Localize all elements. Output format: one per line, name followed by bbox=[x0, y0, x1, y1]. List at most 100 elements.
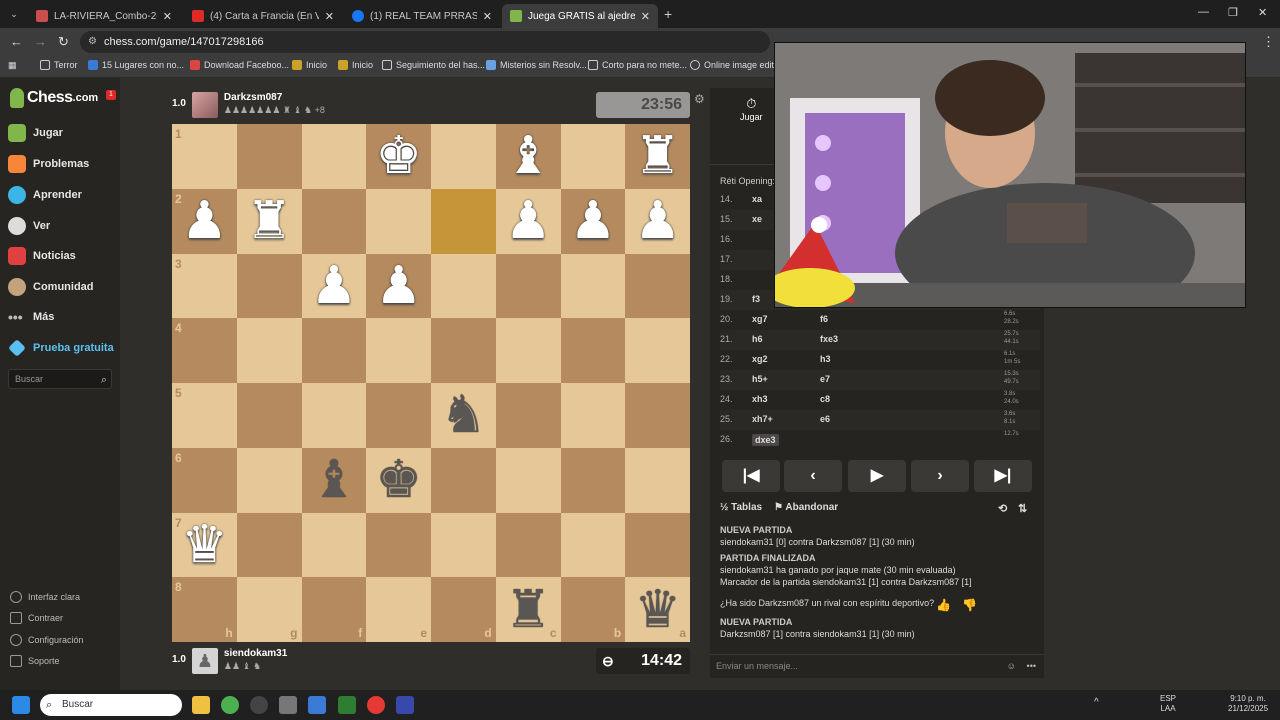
black-queen-icon[interactable]: ♛ bbox=[634, 584, 681, 636]
board-square[interactable]: c ♜ bbox=[495, 577, 561, 642]
board-square[interactable]: b bbox=[560, 577, 626, 642]
board-square[interactable]: ♞ bbox=[431, 383, 496, 448]
board-square[interactable] bbox=[495, 447, 561, 513]
board-square[interactable]: 4 bbox=[172, 318, 237, 383]
board-square[interactable] bbox=[625, 512, 690, 578]
browser-tab-active[interactable]: Juega GRATIS al ajedrez online ✕ bbox=[502, 4, 658, 28]
more-options-icon[interactable]: ••• bbox=[1027, 655, 1036, 677]
chrome-icon[interactable] bbox=[221, 696, 239, 714]
board-square[interactable]: ♟ bbox=[366, 253, 431, 319]
player-name[interactable]: Darkzsm087 bbox=[224, 92, 325, 103]
sidebar-item-noticias[interactable]: Noticias bbox=[8, 247, 76, 265]
white-move[interactable]: xe bbox=[752, 214, 762, 224]
support-link[interactable]: Soporte bbox=[10, 655, 60, 667]
maximize-icon[interactable]: ❐ bbox=[1228, 6, 1238, 19]
board-square[interactable] bbox=[560, 383, 626, 448]
black-move[interactable]: fxe3 bbox=[820, 334, 838, 344]
play-moves-button[interactable]: ▶ bbox=[848, 460, 906, 492]
board-square[interactable] bbox=[431, 253, 496, 319]
next-move-button[interactable]: › bbox=[911, 460, 969, 492]
browser-tab[interactable]: (4) Carta a Francia (En Vivo) - Yo ✕ bbox=[184, 4, 342, 28]
board-square[interactable]: 1 bbox=[172, 124, 237, 189]
thumbs-down-icon[interactable]: 👎 bbox=[962, 598, 977, 612]
board-square[interactable] bbox=[495, 318, 561, 383]
resign-button[interactable]: ⚑ Abandonar bbox=[774, 502, 838, 513]
black-rook-icon[interactable]: ♜ bbox=[505, 584, 552, 636]
white-move[interactable]: h5+ bbox=[752, 374, 768, 384]
board-square[interactable]: 5 bbox=[172, 383, 237, 448]
app-icon[interactable] bbox=[338, 696, 356, 714]
search-icon[interactable]: ⌕ bbox=[101, 371, 107, 389]
board-square[interactable]: e bbox=[366, 577, 431, 642]
board-square[interactable] bbox=[560, 124, 626, 189]
close-icon[interactable]: ✕ bbox=[163, 10, 172, 23]
black-knight-icon[interactable]: ♞ bbox=[440, 389, 487, 441]
bookmark-item[interactable]: Terror bbox=[40, 60, 78, 70]
close-icon[interactable]: ✕ bbox=[325, 10, 334, 23]
avatar[interactable]: ♟ bbox=[191, 648, 218, 674]
language-indicator[interactable]: ESP LAA bbox=[1160, 694, 1176, 714]
board-square[interactable]: ♚ bbox=[366, 124, 431, 189]
board-square[interactable] bbox=[431, 318, 496, 383]
board-square[interactable] bbox=[495, 383, 561, 448]
white-queen-icon[interactable]: ♛ bbox=[181, 519, 228, 571]
board-square[interactable] bbox=[236, 447, 302, 513]
black-move[interactable]: f6 bbox=[820, 314, 828, 324]
board-square[interactable] bbox=[431, 124, 496, 189]
board-square[interactable] bbox=[431, 188, 496, 254]
window-close-icon[interactable]: ✕ bbox=[1258, 6, 1267, 19]
forward-icon[interactable]: → bbox=[34, 34, 47, 49]
white-move[interactable]: h6 bbox=[752, 334, 763, 344]
board-square[interactable]: ♝ bbox=[495, 124, 561, 189]
black-move[interactable]: e6 bbox=[820, 414, 830, 424]
app-icon[interactable] bbox=[367, 696, 385, 714]
board-square[interactable]: 6 bbox=[172, 447, 237, 513]
white-move[interactable]: xh7+ bbox=[752, 414, 773, 424]
draw-button[interactable]: ½ Tablas bbox=[720, 502, 762, 513]
white-pawn-icon[interactable]: ♟ bbox=[634, 195, 681, 247]
board-square[interactable] bbox=[301, 512, 367, 578]
board-square[interactable]: 3 bbox=[172, 253, 237, 319]
sidebar-item-ver[interactable]: Ver bbox=[8, 217, 50, 235]
board-square[interactable] bbox=[236, 383, 302, 448]
board-square[interactable]: ♝ bbox=[301, 447, 367, 513]
white-move[interactable]: xh3 bbox=[752, 394, 768, 404]
white-pawn-icon[interactable]: ♟ bbox=[375, 260, 422, 312]
white-pawn-icon[interactable]: ♟ bbox=[505, 195, 552, 247]
black-king-icon[interactable]: ♚ bbox=[375, 454, 422, 506]
board-square[interactable] bbox=[625, 318, 690, 383]
board-square[interactable] bbox=[625, 383, 690, 448]
chess-logo[interactable]: Chess .com bbox=[10, 88, 98, 108]
board-square[interactable] bbox=[495, 512, 561, 578]
board-square[interactable] bbox=[236, 253, 302, 319]
undo-icon[interactable]: ⟲ bbox=[998, 502, 1007, 515]
taskbar-search-input[interactable]: ⌕ Buscar bbox=[40, 694, 182, 716]
board-square[interactable]: ♟ bbox=[495, 188, 561, 254]
sidebar-item-jugar[interactable]: Jugar bbox=[8, 124, 63, 142]
bookmark-item[interactable]: Misterios sin Resolv... bbox=[486, 60, 587, 70]
bookmark-item[interactable]: Inicio bbox=[292, 60, 327, 70]
thumbs-up-icon[interactable]: 👍 bbox=[936, 598, 951, 612]
black-move[interactable]: h3 bbox=[820, 354, 831, 364]
chess-board[interactable]: 1 ♚ ♝ ♜ 2 ♟ ♜ ♟ ♟ ♟ 3 ♟ ♟ 4 5 ♞ 6 ♝ ♚ 7 ♛ 8 h g f e d c ♜ b a ♛ bbox=[172, 124, 690, 642]
board-square[interactable]: 8h bbox=[172, 577, 237, 642]
white-pawn-icon[interactable]: ♟ bbox=[570, 195, 617, 247]
board-square[interactable]: ♟ bbox=[301, 253, 367, 319]
board-square[interactable] bbox=[301, 124, 367, 189]
white-move[interactable]: dxe3 bbox=[752, 434, 779, 446]
board-square[interactable] bbox=[236, 512, 302, 578]
sidebar-item-mas[interactable]: ••• Más bbox=[8, 308, 54, 326]
tray-chevron-icon[interactable]: ^ bbox=[1094, 698, 1099, 708]
app-icon[interactable] bbox=[250, 696, 268, 714]
clock-date[interactable]: 9:10 p. m. 21/12/2025 bbox=[1228, 694, 1268, 714]
bookmark-item[interactable]: 15 Lugares con no... bbox=[88, 60, 184, 70]
apps-icon[interactable]: ▦ bbox=[8, 60, 17, 71]
board-square[interactable] bbox=[431, 447, 496, 513]
sidebar-search-input[interactable]: Buscar ⌕ bbox=[8, 369, 112, 389]
white-move[interactable]: xg7 bbox=[752, 314, 768, 324]
board-square[interactable]: d bbox=[431, 577, 496, 642]
previous-move-button[interactable]: ‹ bbox=[784, 460, 842, 492]
board-square[interactable]: ♚ bbox=[366, 447, 431, 513]
white-bishop-icon[interactable]: ♝ bbox=[505, 130, 552, 182]
chat-message-input[interactable]: Enviar un mensaje... ☺ ••• bbox=[710, 654, 1044, 676]
